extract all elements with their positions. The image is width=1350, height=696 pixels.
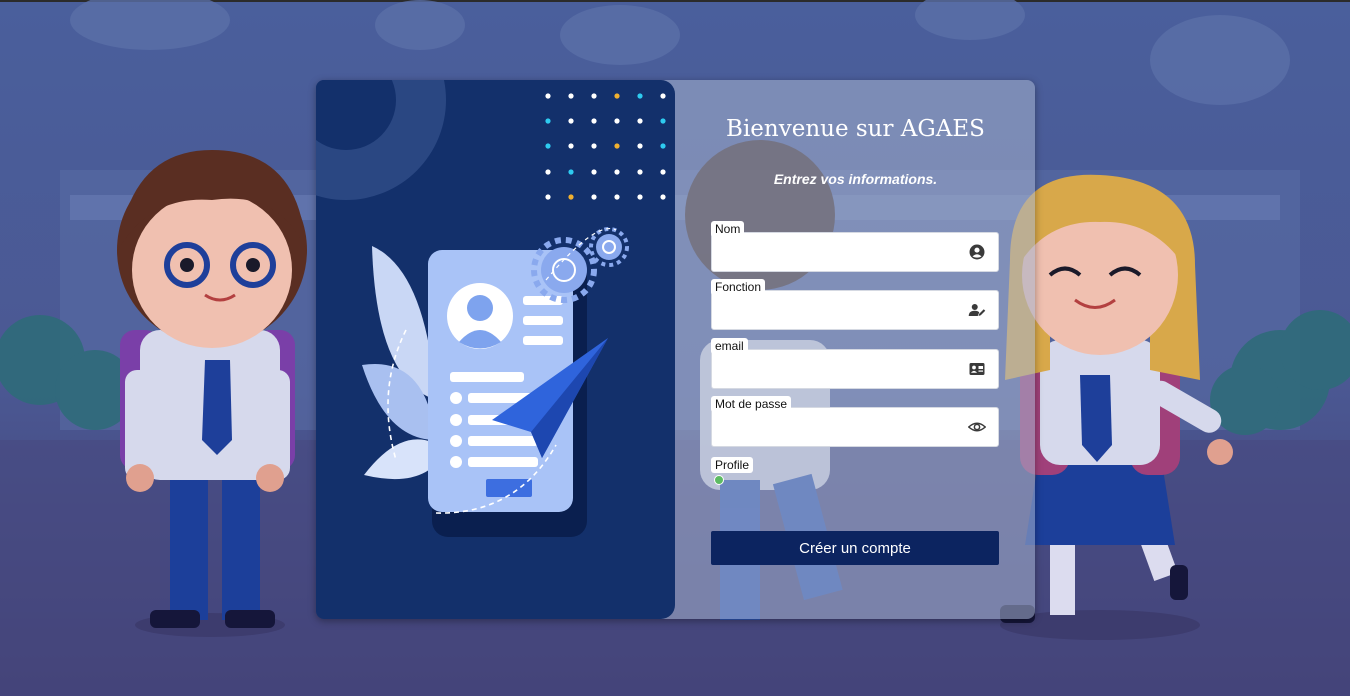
fonction-input[interactable] xyxy=(718,297,962,325)
person-edit-icon xyxy=(968,304,986,316)
illustration-panel xyxy=(316,80,675,619)
password-input[interactable] xyxy=(718,414,962,442)
nom-input-box[interactable] xyxy=(711,232,999,272)
nom-input[interactable] xyxy=(718,239,962,267)
eye-icon[interactable] xyxy=(968,418,986,436)
account-circle-icon xyxy=(969,244,985,260)
email-label: email xyxy=(711,338,748,354)
create-account-button[interactable]: Créer un compte xyxy=(711,531,999,565)
password-input-box[interactable] xyxy=(711,407,999,447)
email-input[interactable] xyxy=(718,356,962,384)
profile-upload-indicator[interactable] xyxy=(714,475,724,485)
fonction-label: Fonction xyxy=(711,279,766,295)
password-label: Mot de passe xyxy=(711,396,792,412)
page-subtitle: Entrez vos informations. xyxy=(773,171,938,187)
phone-illustration xyxy=(316,80,666,537)
contact-mail-icon xyxy=(969,363,985,375)
nom-label: Nom xyxy=(711,221,745,237)
fonction-input-box[interactable] xyxy=(711,290,999,330)
profile-label: Profile xyxy=(711,457,754,473)
email-input-box[interactable] xyxy=(711,349,999,389)
signup-card: Bienvenue sur AGAES Entrez vos informati… xyxy=(316,80,1035,619)
page-title: Bienvenue sur AGAES xyxy=(726,116,985,142)
